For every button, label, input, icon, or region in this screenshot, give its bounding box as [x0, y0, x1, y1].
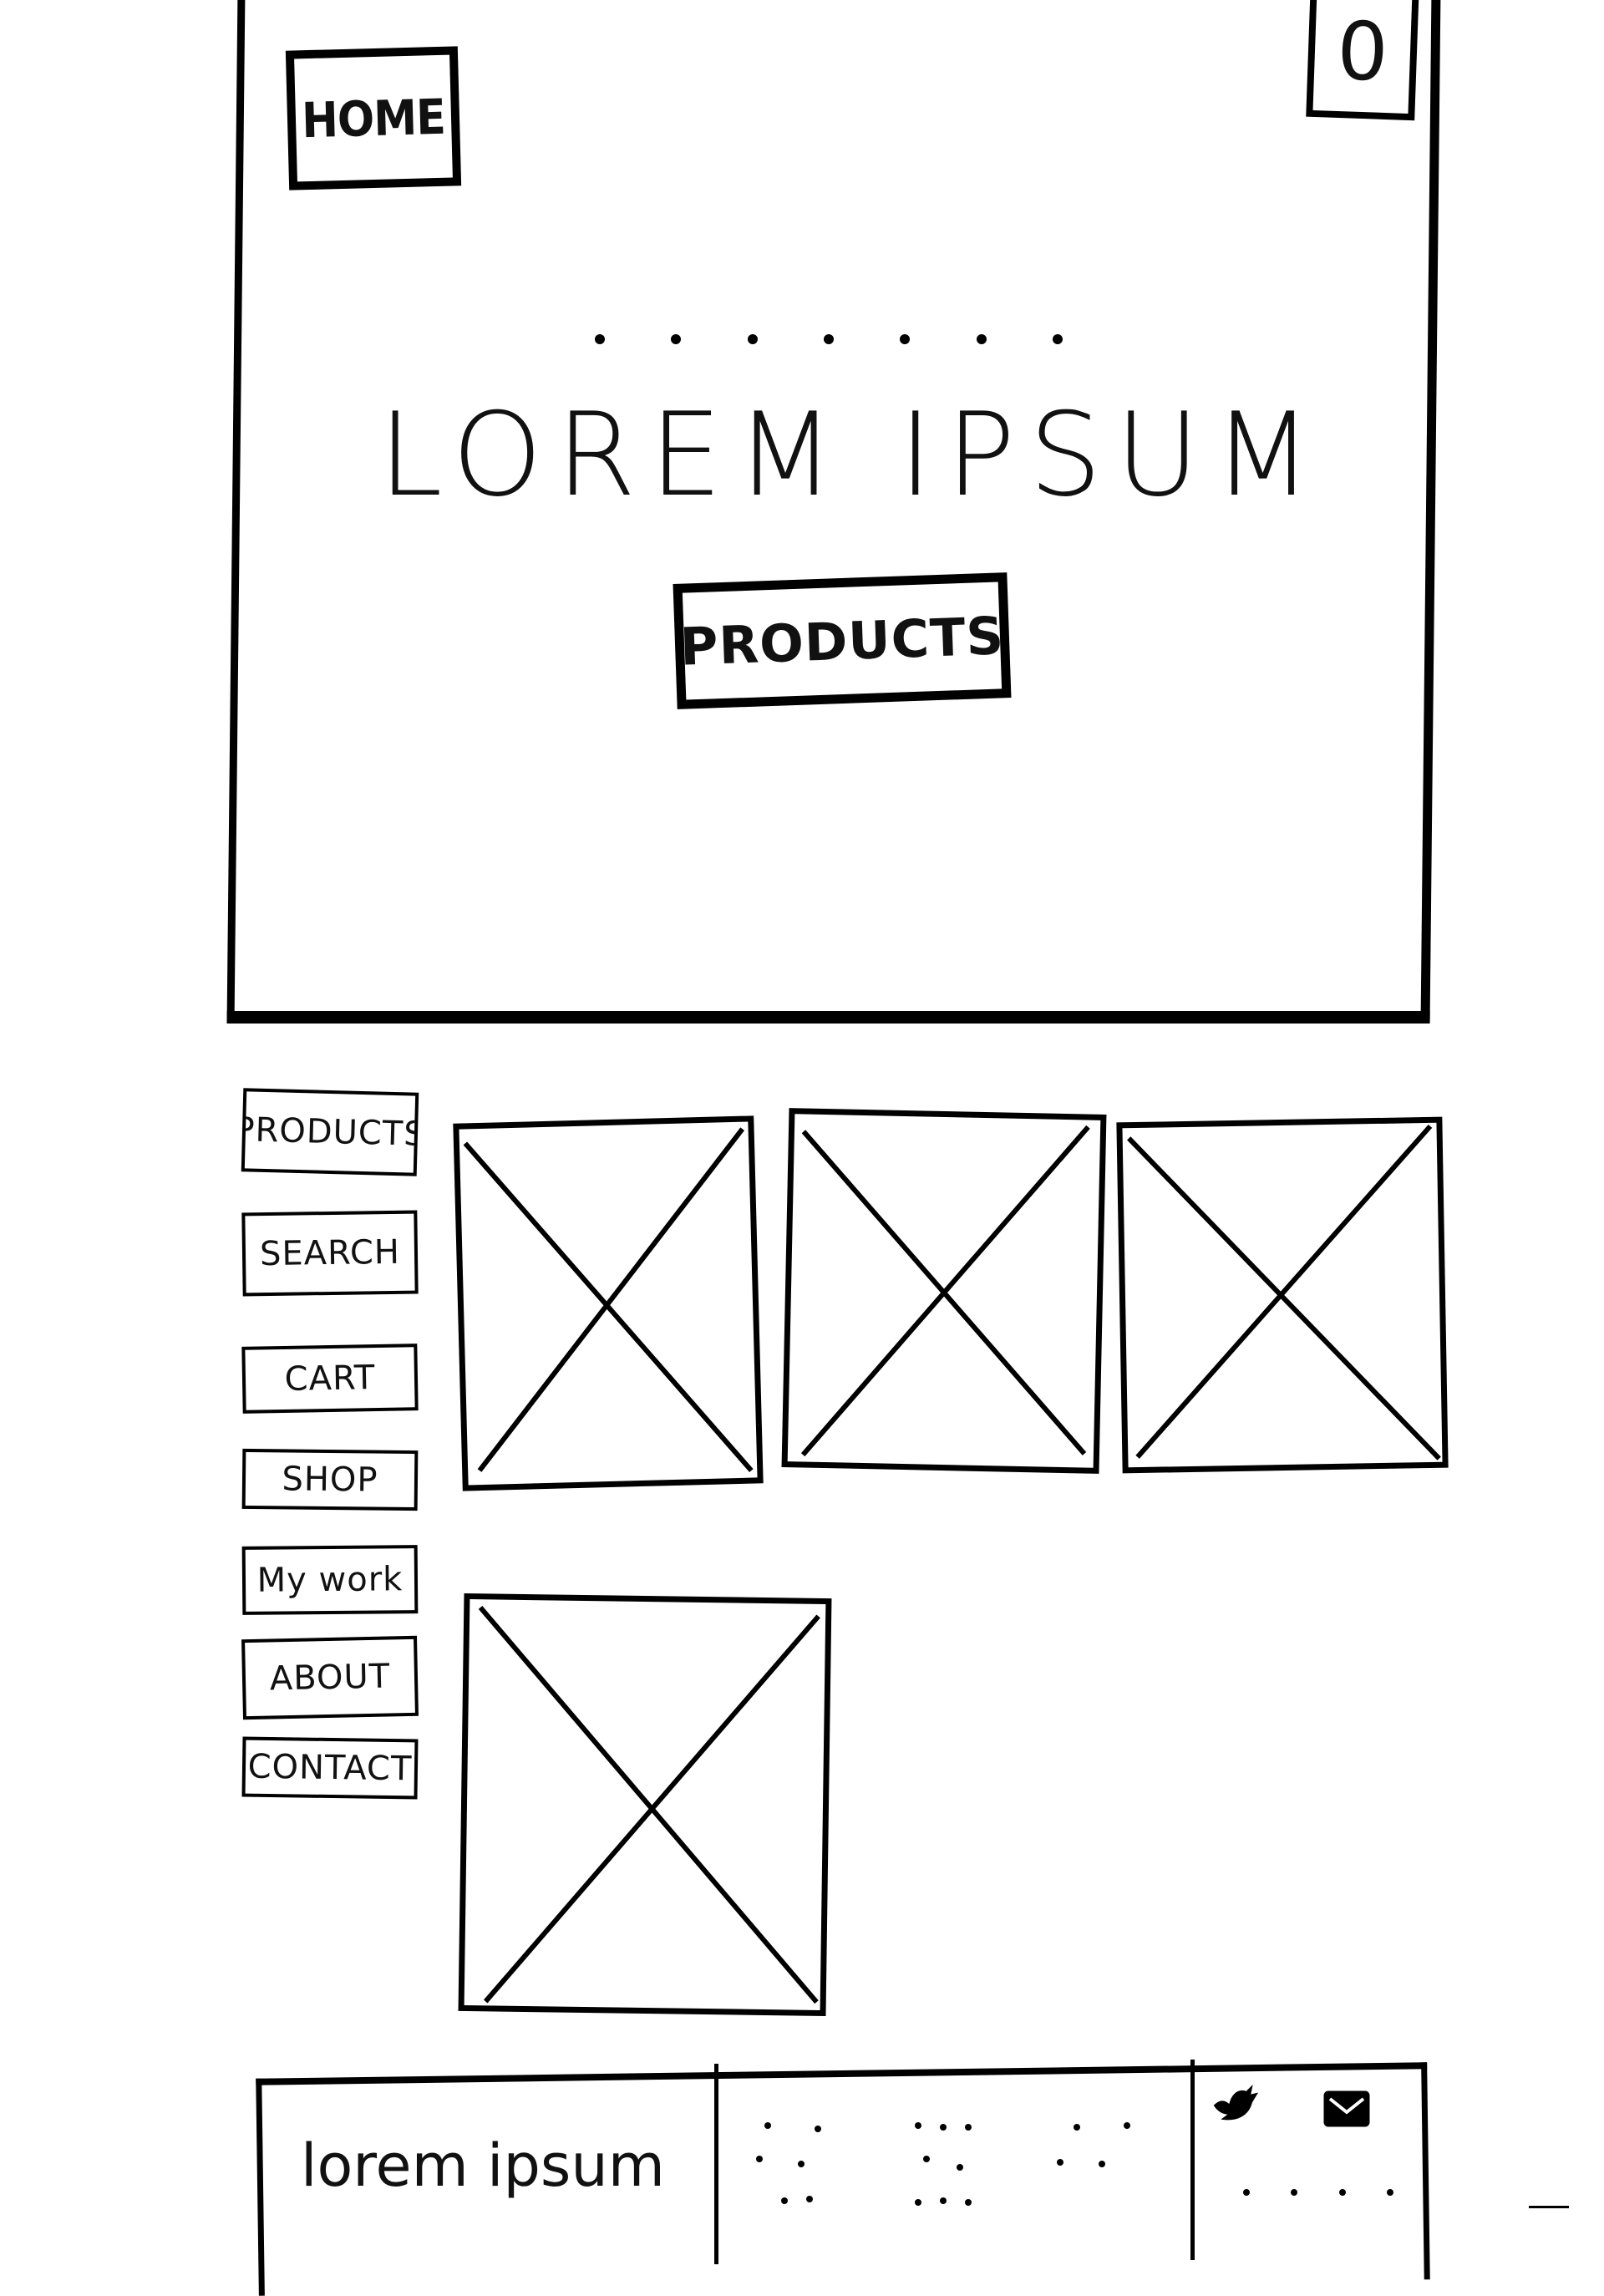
social-caption-placeholder	[1243, 2189, 1393, 2206]
footer-divider	[714, 2064, 718, 2264]
sidebar-item-search[interactable]: SEARCH	[241, 1210, 419, 1297]
product-tile[interactable]	[453, 1115, 764, 1491]
footer-divider	[1190, 2060, 1195, 2260]
corner-button[interactable]: 0	[1306, 0, 1419, 121]
bird-icon[interactable]	[1210, 2080, 1263, 2134]
stray-mark	[1529, 2206, 1569, 2208]
sidebar-item-label: CONTACT	[247, 1747, 413, 1789]
sidebar-item-label: ABOUT	[269, 1657, 391, 1699]
hero-title: LOREM IPSUM	[378, 388, 1327, 522]
sidebar-item-my-work[interactable]: My work	[241, 1545, 419, 1615]
sidebar-item-cart[interactable]: CART	[241, 1344, 419, 1414]
home-button[interactable]: HOME	[285, 46, 462, 190]
products-cta-label: PRODUCTS	[678, 604, 1006, 678]
sidebar-item-label: CART	[284, 1359, 376, 1399]
home-button-label: HOME	[301, 88, 446, 149]
sidebar-item-label: SEARCH	[259, 1232, 401, 1274]
image-placeholder-icon	[1122, 1123, 1442, 1468]
sidebar-item-about[interactable]: ABOUT	[241, 1635, 419, 1720]
corner-button-label: 0	[1335, 3, 1390, 100]
footer-links-placeholder	[748, 2122, 1165, 2214]
product-tile[interactable]	[458, 1592, 832, 2017]
footer-brand: lorem ipsum	[301, 2131, 665, 2200]
image-placeholder-icon	[459, 1122, 757, 1486]
product-tile[interactable]	[1116, 1116, 1449, 1474]
product-tile[interactable]	[781, 1108, 1107, 1474]
sidebar-item-products[interactable]: PRODUCTS	[241, 1088, 419, 1176]
sidebar-item-contact[interactable]: CONTACT	[241, 1736, 419, 1800]
image-placeholder-icon	[464, 1599, 826, 2010]
sidebar-item-label: PRODUCTS	[241, 1110, 419, 1154]
message-icon[interactable]	[1322, 2087, 1372, 2134]
products-cta-button[interactable]: PRODUCTS	[673, 572, 1012, 709]
sidebar-item-label: SHOP	[282, 1460, 378, 1500]
sidebar-item-shop[interactable]: SHOP	[241, 1448, 419, 1511]
sidebar-item-label: My work	[256, 1560, 404, 1600]
image-placeholder-icon	[788, 1114, 1101, 1468]
hero-dots	[595, 334, 1063, 368]
